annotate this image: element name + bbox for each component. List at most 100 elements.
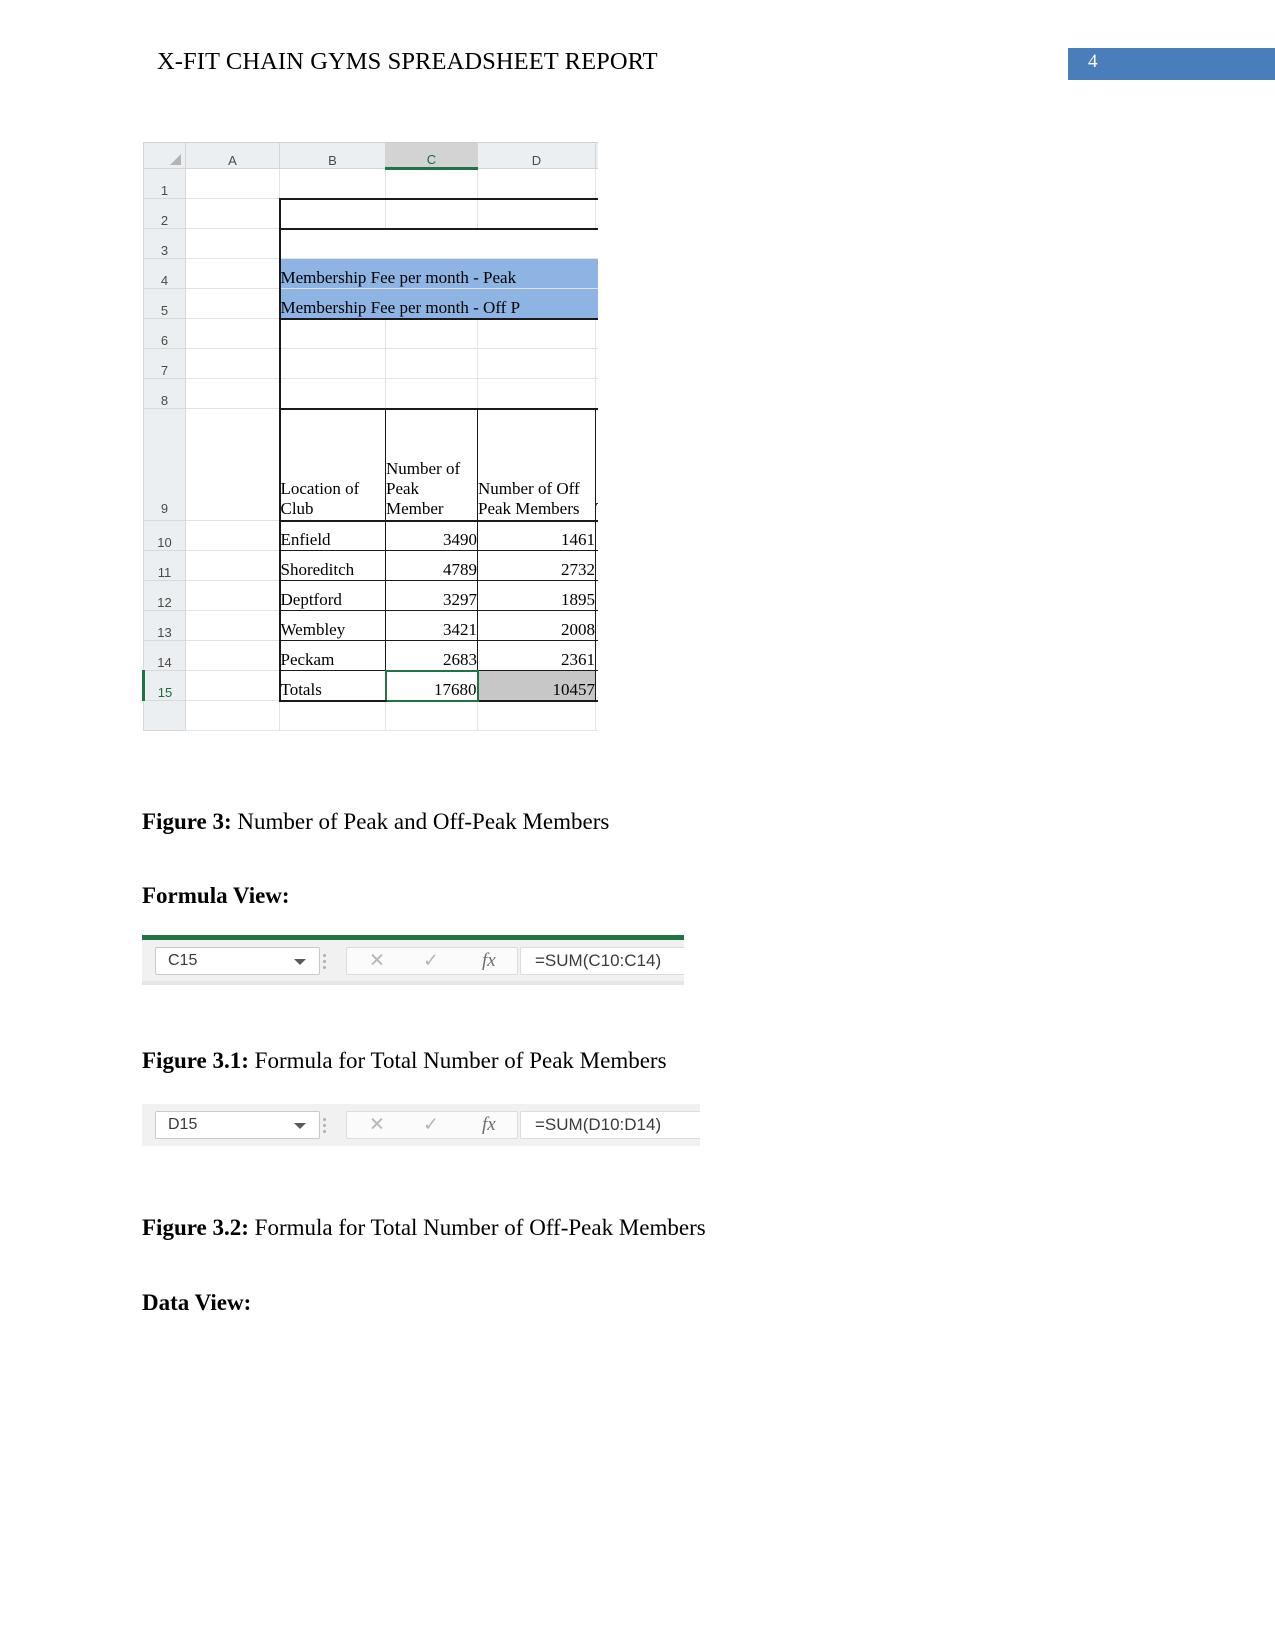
cell-c8[interactable] xyxy=(385,378,478,410)
name-box-d15[interactable]: D15 xyxy=(155,1111,320,1139)
cell-e8[interactable] xyxy=(595,378,598,410)
fx-icon[interactable]: fx xyxy=(482,1114,496,1136)
chevron-down-icon[interactable] xyxy=(294,959,306,965)
cell-c6[interactable] xyxy=(385,318,478,349)
row-header-11[interactable]: 11 xyxy=(143,550,186,581)
column-header-d[interactable]: D xyxy=(477,142,596,169)
name-box-c15[interactable]: C15 xyxy=(155,947,320,975)
cell-d8[interactable] xyxy=(477,378,596,410)
cell-a15[interactable] xyxy=(185,670,280,701)
cell-e13[interactable] xyxy=(595,610,598,641)
cell-b16[interactable] xyxy=(279,700,386,731)
cell-b7[interactable] xyxy=(278,348,386,379)
fx-icon[interactable]: fx xyxy=(482,950,496,972)
cell-c10-peak[interactable]: 3490 xyxy=(385,520,478,551)
cell-a10[interactable] xyxy=(185,520,280,551)
cell-e16[interactable] xyxy=(595,700,598,731)
cell-a5[interactable] xyxy=(185,288,280,319)
row-header-4[interactable]: 4 xyxy=(143,258,186,289)
cell-c2[interactable] xyxy=(385,197,478,230)
check-icon[interactable]: ✓ xyxy=(423,950,439,973)
cell-c9-peak-header[interactable]: Number of Peak Member xyxy=(385,408,478,522)
row-header-15[interactable]: 15 xyxy=(142,670,186,701)
row-header-3[interactable]: 3 xyxy=(143,228,186,259)
cell-a7[interactable] xyxy=(185,348,280,379)
cell-d10-offpeak[interactable]: 1461 xyxy=(477,520,596,551)
row-header-13[interactable]: 13 xyxy=(143,610,186,641)
cell-d9-offpeak-header[interactable]: Number of Off Peak Members xyxy=(477,408,596,522)
cell-d12-offpeak[interactable]: 1895 xyxy=(477,580,596,611)
row-header-9[interactable]: 9 xyxy=(143,408,186,521)
row-header-10[interactable]: 10 xyxy=(143,520,186,551)
cell-a12[interactable] xyxy=(185,580,280,611)
cell-a6[interactable] xyxy=(185,318,280,349)
column-header-e[interactable] xyxy=(595,142,598,169)
cell-c13-peak[interactable]: 3421 xyxy=(385,610,478,641)
cell-d16[interactable] xyxy=(477,700,596,731)
cell-c1[interactable] xyxy=(385,168,478,199)
cell-b10-location[interactable]: Enfield xyxy=(278,520,386,551)
chevron-down-icon[interactable] xyxy=(294,1123,306,1129)
cell-c7[interactable] xyxy=(385,348,478,379)
cell-c12-peak[interactable]: 3297 xyxy=(385,580,478,611)
check-icon[interactable]: ✓ xyxy=(423,1114,439,1137)
cell-a1[interactable] xyxy=(185,168,280,199)
cell-d6[interactable] xyxy=(477,318,596,349)
cell-e1[interactable] xyxy=(595,168,598,199)
cell-b13-location[interactable]: Wembley xyxy=(278,610,386,641)
cell-b3-title[interactable]: Membership Nu xyxy=(278,228,598,259)
cell-b14-location[interactable]: Peckam xyxy=(278,640,386,671)
cross-icon[interactable]: ✕ xyxy=(369,1114,385,1137)
row-header-8[interactable]: 8 xyxy=(143,378,186,409)
row-header-5[interactable]: 5 xyxy=(143,288,186,319)
row-header-14[interactable]: 14 xyxy=(143,640,186,671)
cell-e11[interactable] xyxy=(595,550,598,581)
cell-a8[interactable] xyxy=(185,378,280,409)
cell-e10[interactable] xyxy=(595,520,598,551)
cell-b12-location[interactable]: Deptford xyxy=(278,580,386,611)
cell-a4[interactable] xyxy=(185,258,280,289)
row-header-7[interactable]: 7 xyxy=(143,348,186,379)
cell-a3[interactable] xyxy=(185,228,280,259)
cell-b15-totals-label[interactable]: Totals xyxy=(278,670,386,702)
row-header-1[interactable]: 1 xyxy=(143,168,186,199)
drag-handle-icon[interactable] xyxy=(322,1115,326,1136)
cell-e6[interactable] xyxy=(595,318,598,349)
cell-d7[interactable] xyxy=(477,348,596,379)
cell-d13-offpeak[interactable]: 2008 xyxy=(477,610,596,641)
cell-d15-total-offpeak[interactable]: 10457 xyxy=(477,670,596,702)
cell-e9-header[interactable]: T xyxy=(595,408,598,522)
cell-e15[interactable] xyxy=(595,670,598,702)
cell-c16[interactable] xyxy=(385,700,478,731)
column-header-b[interactable]: B xyxy=(279,142,386,169)
cell-c15-total-peak[interactable]: 17680 xyxy=(384,669,479,702)
cell-a11[interactable] xyxy=(185,550,280,581)
formula-input-c15[interactable]: =SUM(C10:C14) xyxy=(520,947,684,975)
cell-b6[interactable] xyxy=(278,318,386,349)
row-header-2[interactable]: 2 xyxy=(143,198,186,229)
cell-a2[interactable] xyxy=(185,198,280,229)
formula-input-d15[interactable]: =SUM(D10:D14) xyxy=(520,1111,700,1139)
cell-d11-offpeak[interactable]: 2732 xyxy=(477,550,596,581)
cell-b5-fee-offpeak[interactable]: Membership Fee per month - Off P xyxy=(278,288,598,320)
cell-a16[interactable] xyxy=(185,700,280,731)
row-header-16[interactable] xyxy=(143,700,186,731)
drag-handle-icon[interactable] xyxy=(322,951,326,972)
row-header-6[interactable]: 6 xyxy=(143,318,186,349)
cell-b2[interactable] xyxy=(278,197,386,230)
cell-b8[interactable] xyxy=(278,378,386,410)
cell-a13[interactable] xyxy=(185,610,280,641)
cell-d2[interactable] xyxy=(477,197,596,230)
cell-e2[interactable] xyxy=(595,197,598,230)
column-header-a[interactable]: A xyxy=(185,142,280,169)
cell-d1[interactable] xyxy=(477,168,596,199)
row-header-12[interactable]: 12 xyxy=(143,580,186,611)
cell-b4-fee-peak[interactable]: Membership Fee per month - Peak xyxy=(278,258,598,289)
cell-e14[interactable] xyxy=(595,640,598,671)
cell-e7[interactable] xyxy=(595,348,598,379)
cross-icon[interactable]: ✕ xyxy=(369,950,385,973)
cell-d14-offpeak[interactable]: 2361 xyxy=(477,640,596,671)
cell-b11-location[interactable]: Shoreditch xyxy=(278,550,386,581)
cell-a9[interactable] xyxy=(185,408,280,521)
cell-b1[interactable] xyxy=(279,168,386,199)
